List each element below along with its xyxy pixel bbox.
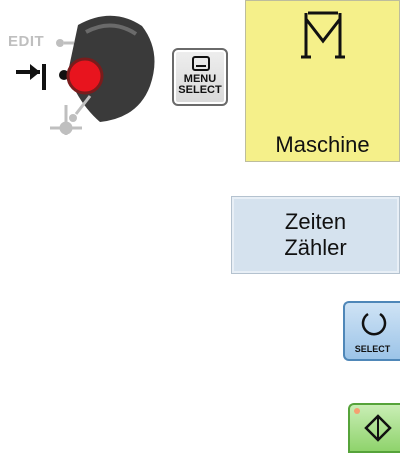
jog-icon	[16, 64, 46, 90]
reference-point-icon	[50, 105, 82, 135]
cycle-start-diamond-icon	[364, 414, 392, 442]
zaehler-label: Zähler	[284, 235, 347, 260]
select-label: SELECT	[354, 344, 391, 354]
select-ring-icon	[361, 312, 387, 336]
mode-selector-graphic	[16, 15, 155, 135]
selector-pointer	[66, 57, 104, 95]
machine-m-icon	[301, 11, 345, 59]
times-counters-softkey[interactable]: Zeiten Zähler	[231, 196, 400, 274]
edit-position-dot	[56, 39, 64, 47]
maschine-label: Maschine	[275, 132, 370, 157]
status-lamp	[354, 408, 360, 414]
maschine-softkey[interactable]: Maschine	[245, 0, 400, 162]
keyboard-icon	[192, 56, 210, 71]
menu-select-line2: SELECT	[178, 84, 222, 96]
mode-selector-dial[interactable]: EDIT	[0, 0, 160, 145]
menu-select-key[interactable]: MENU SELECT	[172, 48, 228, 106]
zeiten-label: Zeiten	[284, 209, 347, 234]
select-key[interactable]: SELECT	[343, 301, 400, 361]
cycle-start-key[interactable]	[348, 403, 400, 453]
